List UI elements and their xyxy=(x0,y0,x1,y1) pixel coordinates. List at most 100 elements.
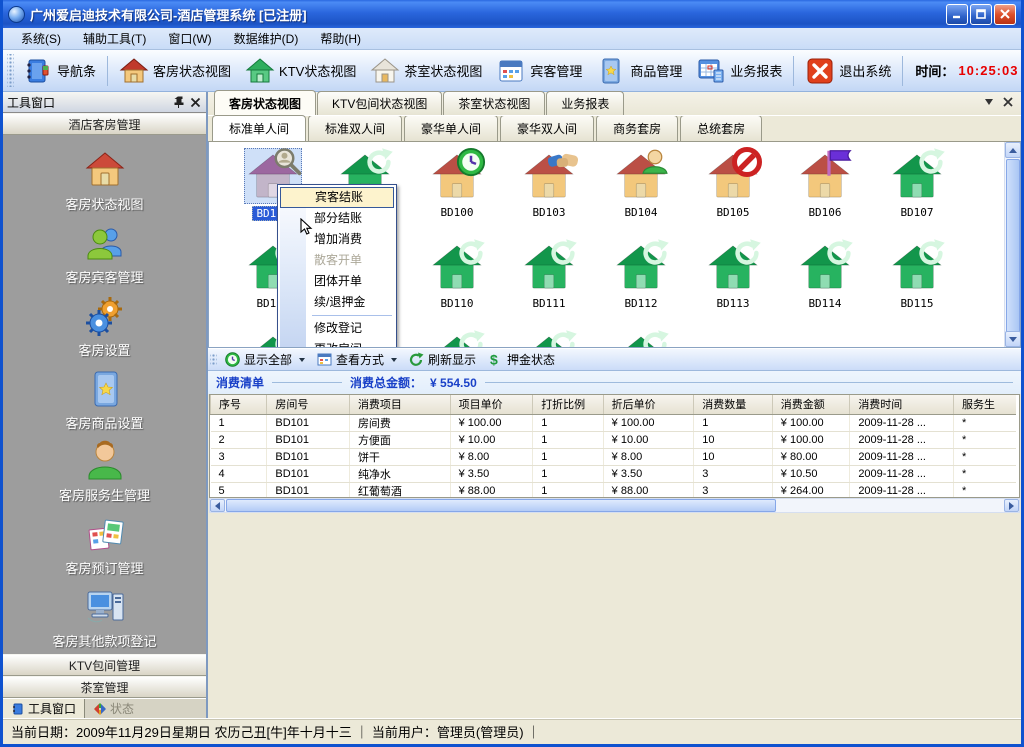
tab-status[interactable]: 状态 xyxy=(85,699,142,718)
notebook-icon xyxy=(23,56,53,86)
sidebar-item-room-status-view[interactable]: 客房状态视图 xyxy=(20,145,190,218)
guest-mgmt-button[interactable]: 宾客管理 xyxy=(489,53,589,89)
scrollbar-thumb[interactable] xyxy=(226,499,776,512)
sidebar-item-room-settings[interactable]: 客房设置 xyxy=(20,290,190,363)
sidebar-item-booking-mgmt[interactable]: 客房预订管理 xyxy=(20,509,190,582)
ktv-status-view-button[interactable]: KTV状态视图 xyxy=(238,53,363,89)
menu-aux-tools[interactable]: 辅助工具(T) xyxy=(73,28,156,49)
sidebar-item-waiter-mgmt[interactable]: 客房服务生管理 xyxy=(20,436,190,509)
cell-index: 4 xyxy=(211,465,267,482)
sidebar-item-other-payments[interactable]: 客房其他款项登记 xyxy=(20,581,190,654)
room-type-tab[interactable]: 豪华单人间 xyxy=(404,115,498,141)
room-type-tab[interactable]: 豪华双人间 xyxy=(500,115,594,141)
ctx-edit-registration[interactable]: 修改登记 xyxy=(280,318,394,339)
menu-window[interactable]: 窗口(W) xyxy=(158,28,221,49)
mouse-cursor xyxy=(298,218,314,239)
scrollbar-thumb[interactable] xyxy=(1006,159,1020,348)
sidebar-item-guest-mgmt[interactable]: 客房宾客管理 xyxy=(20,218,190,291)
ctx-group-order[interactable]: 团体开单 xyxy=(280,271,394,292)
tab-tool-window[interactable]: 工具窗口 xyxy=(3,699,85,718)
show-all-button[interactable]: 显示全部 xyxy=(219,351,311,368)
tea-status-view-button[interactable]: 茶室状态视图 xyxy=(363,53,489,89)
room-item[interactable]: BD113 xyxy=(687,239,779,330)
column-header[interactable]: 消费数量 xyxy=(694,395,773,414)
menu-system[interactable]: 系统(S) xyxy=(11,28,71,49)
scroll-down-arrow[interactable] xyxy=(1005,331,1021,347)
room-status-view-button[interactable]: 客房状态视图 xyxy=(112,53,238,89)
ctx-deposit[interactable]: 续/退押金 xyxy=(280,292,394,313)
room-item[interactable]: BD112 xyxy=(595,239,687,330)
column-header[interactable]: 消费金额 xyxy=(772,395,850,414)
room-type-tab[interactable]: 总统套房 xyxy=(680,115,762,141)
report-icon xyxy=(696,56,726,86)
cell-item: 方便面 xyxy=(349,431,450,448)
ctx-change-room[interactable]: 更改房间 xyxy=(280,339,394,348)
document-tab[interactable]: 茶室状态视图 xyxy=(443,91,545,115)
room-item[interactable]: BD120 xyxy=(595,330,687,348)
scroll-up-arrow[interactable] xyxy=(1005,142,1021,158)
room-item[interactable]: BD118 xyxy=(411,330,503,348)
column-header[interactable]: 序号 xyxy=(211,395,267,414)
goods-mgmt-label: 商品管理 xyxy=(630,61,682,80)
room-type-tab[interactable]: 标准单人间 xyxy=(212,115,306,141)
room-item[interactable]: BD105 xyxy=(687,148,779,239)
exit-button[interactable]: 退出系统 xyxy=(798,53,898,89)
scroll-right-arrow[interactable] xyxy=(1004,499,1019,512)
menu-help[interactable]: 帮助(H) xyxy=(310,28,371,49)
ctx-guest-checkout[interactable]: 宾客结账 xyxy=(280,187,394,208)
close-button[interactable] xyxy=(994,4,1016,25)
table-row[interactable]: 4 BD101 纯净水 ¥ 3.50 1 ¥ 3.50 3 ¥ 10.50 20… xyxy=(211,465,1017,482)
column-header[interactable]: 打折比例 xyxy=(533,395,603,414)
refresh-button[interactable]: 刷新显示 xyxy=(403,351,482,368)
document-tab[interactable]: KTV包间状态视图 xyxy=(317,91,442,115)
room-item[interactable]: BD111 xyxy=(503,239,595,330)
section-hotel-room-mgmt[interactable]: 酒店客房管理 xyxy=(3,113,206,135)
deposit-status-button[interactable]: $ 押金状态 xyxy=(482,351,561,368)
room-item[interactable]: BD100 xyxy=(411,148,503,239)
room-state-badge xyxy=(732,238,762,268)
room-item[interactable]: BD114 xyxy=(779,239,871,330)
room-item[interactable]: BD115 xyxy=(871,239,963,330)
column-header[interactable]: 折后单价 xyxy=(603,395,694,414)
table-row[interactable]: 3 BD101 饼干 ¥ 8.00 1 ¥ 8.00 10 ¥ 80.00 20… xyxy=(211,448,1017,465)
pin-icon[interactable] xyxy=(172,96,185,109)
view-mode-button[interactable]: 查看方式 xyxy=(311,351,403,368)
table-row[interactable]: 1 BD101 房间费 ¥ 100.00 1 ¥ 100.00 1 ¥ 100.… xyxy=(211,414,1017,431)
tab-list-dropdown-icon[interactable] xyxy=(985,99,993,105)
table-row[interactable]: 2 BD101 方便面 ¥ 10.00 1 ¥ 10.00 10 ¥ 100.0… xyxy=(211,431,1017,448)
section-ktv-mgmt[interactable]: KTV包间管理 xyxy=(3,654,206,676)
section-tea-mgmt[interactable]: 茶室管理 xyxy=(3,676,206,698)
document-tab[interactable]: 业务报表 xyxy=(546,91,624,115)
minimize-button[interactable] xyxy=(946,4,968,25)
sidebar-item-room-goods-settings[interactable]: 客房商品设置 xyxy=(20,363,190,436)
scroll-left-arrow[interactable] xyxy=(210,499,225,512)
room-item[interactable]: BD103 xyxy=(503,148,595,239)
column-header[interactable]: 服务生 xyxy=(954,395,1016,414)
tab-close-icon[interactable] xyxy=(1003,97,1013,107)
room-type-tab[interactable]: 商务套房 xyxy=(596,115,678,141)
room-item[interactable]: BD104 xyxy=(595,148,687,239)
room-item[interactable]: BD106 xyxy=(779,148,871,239)
menu-data-maintain[interactable]: 数据维护(D) xyxy=(224,28,309,49)
column-header[interactable]: 消费时间 xyxy=(850,395,954,414)
time-value: 10:25:03 xyxy=(958,63,1018,78)
vertical-scrollbar[interactable] xyxy=(1004,142,1020,347)
room-item[interactable]: BD119 xyxy=(503,330,595,348)
room-type-tab[interactable]: 标准双人间 xyxy=(308,115,402,141)
column-header[interactable]: 房间号 xyxy=(267,395,350,414)
maximize-button[interactable] xyxy=(970,4,992,25)
room-label: BD107 xyxy=(897,206,936,219)
goods-mgmt-button[interactable]: 商品管理 xyxy=(589,53,689,89)
horizontal-scrollbar[interactable] xyxy=(209,498,1020,513)
room-state-badge xyxy=(640,238,670,268)
document-tab[interactable]: 客房状态视图 xyxy=(214,90,316,115)
report-button[interactable]: 业务报表 xyxy=(689,53,789,89)
nav-bar-button[interactable]: 导航条 xyxy=(16,53,103,89)
close-icon[interactable] xyxy=(189,96,202,109)
column-header[interactable]: 消费项目 xyxy=(349,395,450,414)
table-row[interactable]: 5 BD101 红葡萄酒 ¥ 88.00 1 ¥ 88.00 3 ¥ 264.0… xyxy=(211,482,1017,498)
cell-quantity: 3 xyxy=(694,482,773,498)
room-item[interactable]: BD110 xyxy=(411,239,503,330)
column-header[interactable]: 项目单价 xyxy=(450,395,533,414)
room-item[interactable]: BD107 xyxy=(871,148,963,239)
